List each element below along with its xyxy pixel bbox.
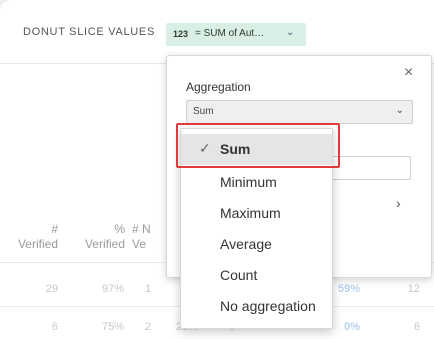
value-field-pill[interactable]: 123 = SUM of Aut… ⌄ xyxy=(166,23,306,46)
menu-item-minimum[interactable]: Minimum xyxy=(181,167,332,198)
column-header-symbol: % xyxy=(114,222,125,236)
close-icon[interactable]: × xyxy=(404,64,413,82)
chevron-down-icon: ⌄ xyxy=(395,105,404,116)
chevron-down-icon: ⌄ xyxy=(286,27,295,38)
chevron-right-icon[interactable]: › xyxy=(396,195,401,211)
menu-item-label: Count xyxy=(220,267,258,283)
table-cell: 2 xyxy=(145,321,152,333)
menu-item-count[interactable]: Count xyxy=(181,260,332,291)
column-header-text: Verified xyxy=(17,237,58,251)
donut-slice-values-label: DONUT SLICE VALUES xyxy=(23,26,156,38)
column-header-not-verified: # N Ve xyxy=(132,222,166,252)
menu-item-sum[interactable]: ✓ Sum xyxy=(181,134,332,165)
menu-item-label: Sum xyxy=(220,141,251,157)
table-cell: 29 xyxy=(45,283,58,295)
value-field-text: = SUM of Aut… xyxy=(195,28,265,39)
menu-item-maximum[interactable]: Maximum xyxy=(181,198,332,229)
check-icon: ✓ xyxy=(199,140,211,156)
table-cell: 6 xyxy=(51,321,58,333)
table-cell: 12 xyxy=(407,283,420,295)
aggregation-dropdown-menu: ✓ Sum Minimum Maximum Average Count No a… xyxy=(180,128,333,329)
aggregation-select[interactable]: Sum ⌄ xyxy=(186,100,413,124)
column-header-text: Verified xyxy=(84,237,125,251)
table-cell: 0% xyxy=(344,321,360,333)
column-header-symbol: # xyxy=(51,222,58,236)
menu-item-label: No aggregation xyxy=(220,298,316,314)
menu-item-label: Minimum xyxy=(220,174,277,190)
aggregation-label: Aggregation xyxy=(186,80,251,94)
column-header-verified-percent: % Verified xyxy=(68,222,125,252)
aggregation-select-value: Sum xyxy=(193,106,214,117)
table-cell: 6 xyxy=(413,321,420,333)
menu-item-label: Maximum xyxy=(220,205,281,221)
menu-item-label: Average xyxy=(220,236,272,252)
table-cell: 97% xyxy=(101,283,124,295)
column-header-verified-count: # Verified xyxy=(0,222,58,252)
table-cell: 59% xyxy=(337,283,360,295)
panel-page: DONUT SLICE VALUES 123 = SUM of Aut… ⌄ #… xyxy=(0,0,434,339)
table-cell: 75% xyxy=(101,321,124,333)
number-type-icon: 123 xyxy=(173,29,189,39)
column-header-symbol: # N xyxy=(132,222,151,236)
menu-item-average[interactable]: Average xyxy=(181,229,332,260)
menu-item-no-aggregation[interactable]: No aggregation xyxy=(181,291,332,322)
table-cell: 1 xyxy=(145,283,152,295)
column-header-text: Ve xyxy=(132,237,147,251)
